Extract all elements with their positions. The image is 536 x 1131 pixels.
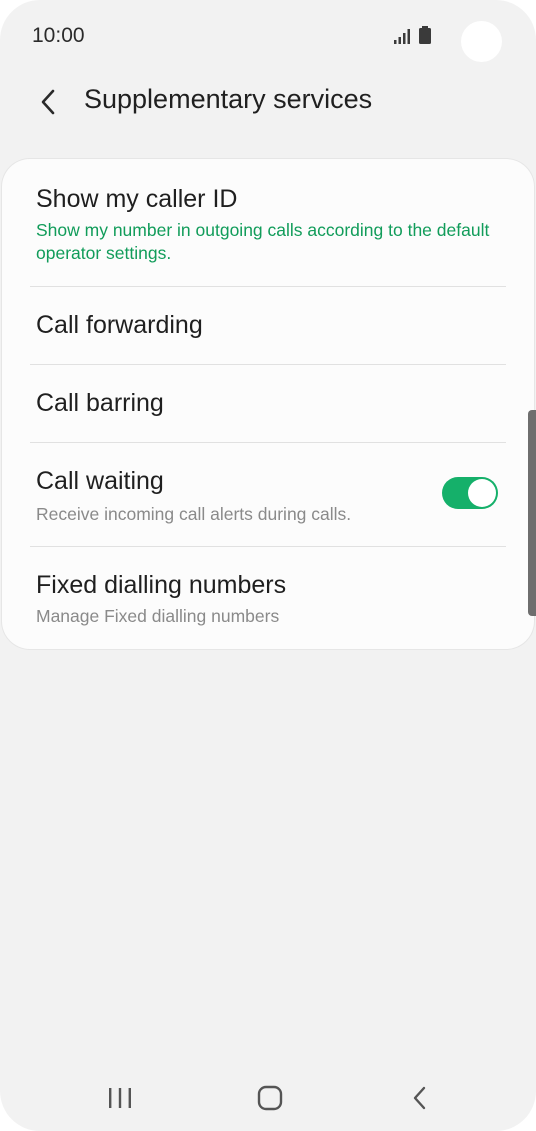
call-waiting-item[interactable]: Call waiting Receive incoming call alert… xyxy=(2,443,534,546)
item-title: Show my caller ID xyxy=(36,185,238,213)
item-subtitle: Receive incoming call alerts during call… xyxy=(36,504,352,524)
back-button[interactable] xyxy=(28,82,68,122)
camera-cutout xyxy=(461,21,502,62)
toggle-knob xyxy=(468,479,496,507)
item-title: Call waiting xyxy=(36,467,164,495)
chevron-left-icon xyxy=(41,89,55,115)
status-bar: 10:00 xyxy=(0,0,536,72)
call-barring-item[interactable]: Call barring xyxy=(2,365,534,442)
item-title: Call forwarding xyxy=(36,311,203,339)
call-waiting-toggle[interactable] xyxy=(442,477,498,509)
fixed-dialling-item[interactable]: Fixed dialling numbers Manage Fixed dial… xyxy=(2,547,534,649)
home-icon xyxy=(257,1085,283,1111)
home-button[interactable] xyxy=(240,1078,300,1118)
item-subtitle: Show my number in outgoing calls accordi… xyxy=(36,220,490,263)
page-title: Supplementary services xyxy=(84,84,373,114)
recents-button[interactable] xyxy=(90,1078,150,1118)
phone-screen: 10:00 Supplementary services Show my cal… xyxy=(0,0,536,1131)
item-subtitle: Manage Fixed dialling numbers xyxy=(36,606,280,626)
nav-back-button[interactable] xyxy=(390,1078,450,1118)
call-forwarding-item[interactable]: Call forwarding xyxy=(2,287,534,364)
item-title: Fixed dialling numbers xyxy=(36,571,287,599)
app-header: Supplementary services xyxy=(0,72,536,132)
item-title: Call barring xyxy=(36,389,164,417)
scrollbar[interactable] xyxy=(528,410,536,616)
settings-card: Show my caller ID Show my number in outg… xyxy=(2,159,534,649)
navigation-bar xyxy=(0,1066,536,1131)
battery-icon xyxy=(419,26,431,44)
signal-icon xyxy=(394,29,410,44)
back-icon xyxy=(413,1086,426,1110)
recents-icon xyxy=(109,1088,131,1108)
status-time: 10:00 xyxy=(32,24,85,47)
show-caller-id-item[interactable]: Show my caller ID Show my number in outg… xyxy=(2,159,534,286)
